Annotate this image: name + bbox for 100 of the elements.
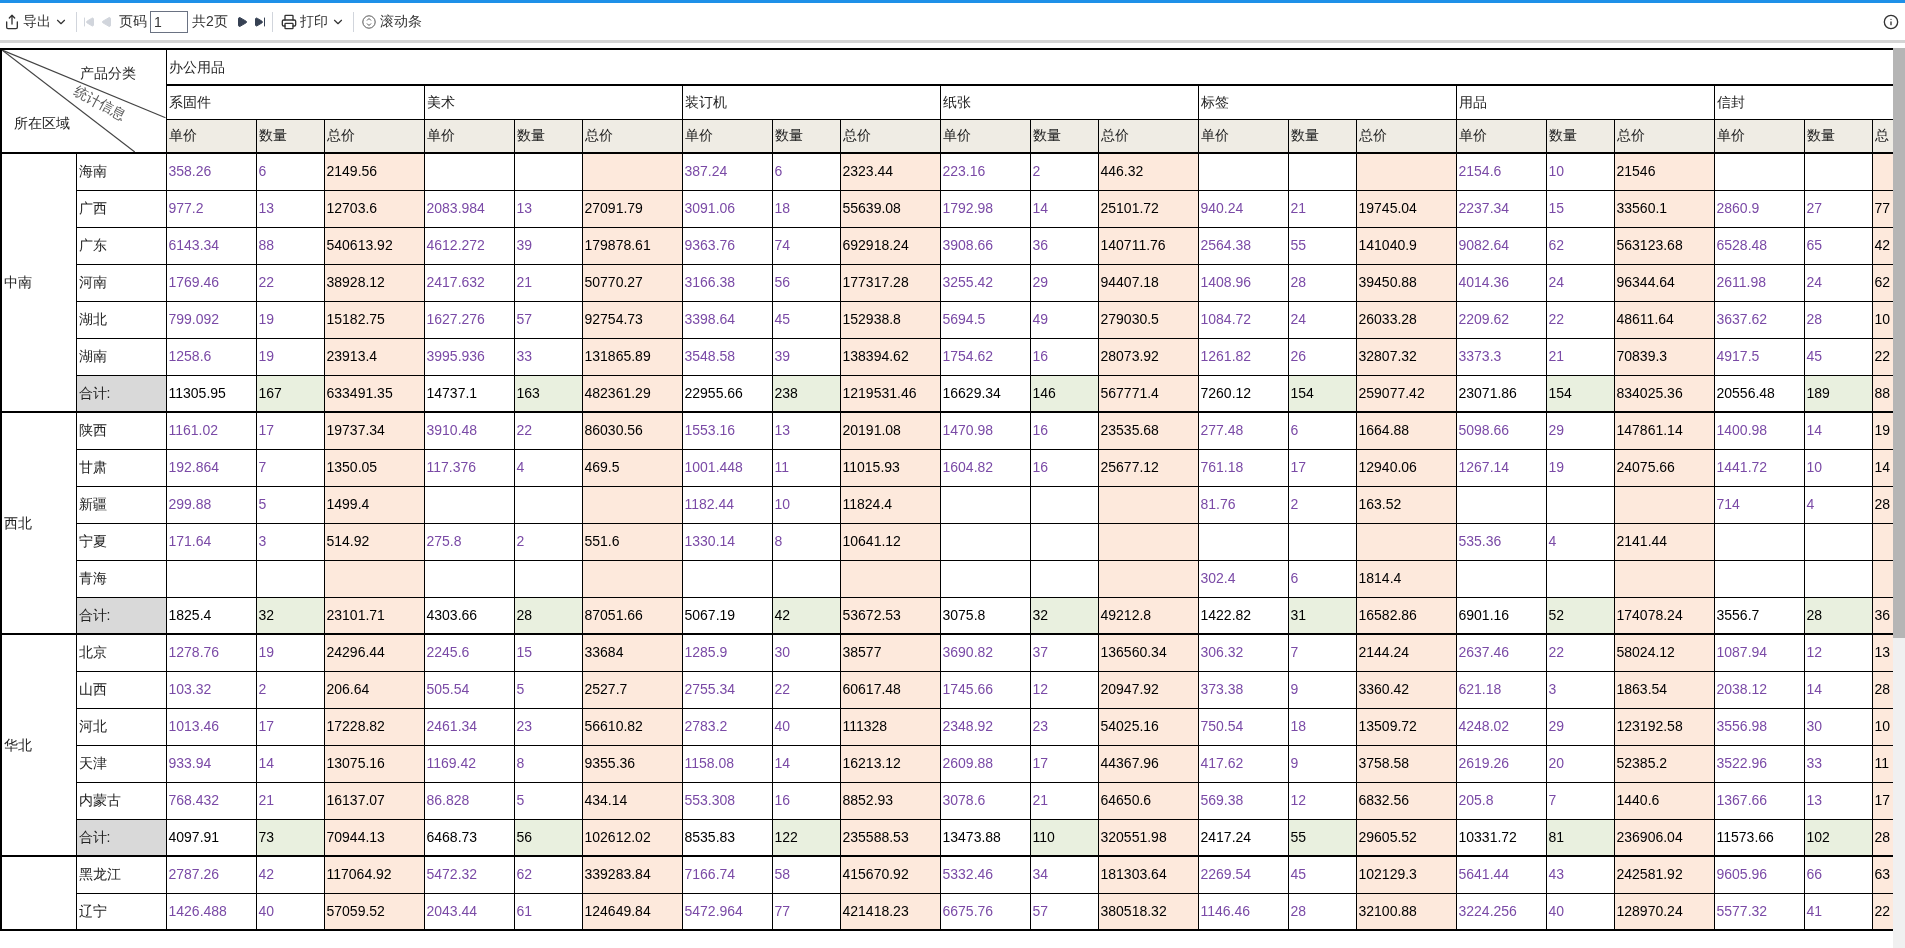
table-cell: 6	[1288, 560, 1356, 597]
table-cell: 45	[772, 301, 840, 338]
table-cell: 141040.9	[1356, 227, 1456, 264]
table-cell: 94407.18	[1098, 264, 1198, 301]
next-page-icon[interactable]	[235, 15, 248, 28]
table-cell: 1863.54	[1614, 671, 1714, 708]
table-cell: 421418.23	[840, 893, 940, 930]
info-icon[interactable]	[1883, 13, 1899, 30]
table-cell: 358.26	[166, 153, 256, 190]
table-cell: 17228.82	[324, 708, 424, 745]
table-cell: 1278.76	[166, 634, 256, 671]
table-cell: 23913.4	[324, 338, 424, 375]
table-cell: 6143.34	[166, 227, 256, 264]
table-cell: 16137.07	[324, 782, 424, 819]
table-cell: 136560.34	[1098, 634, 1198, 671]
table-cell: 16	[1030, 449, 1098, 486]
column-header: 总价	[1614, 119, 1714, 153]
column-header: 单价	[166, 119, 256, 153]
row-header: 陕西	[76, 412, 166, 449]
table-cell: 563123.68	[1614, 227, 1714, 264]
table-cell: 1664.88	[1356, 412, 1456, 449]
table-cell: 62	[1546, 227, 1614, 264]
table-cell: 505.54	[424, 671, 514, 708]
table-cell: 42	[256, 856, 324, 893]
table-cell: 5	[514, 782, 582, 819]
column-header: 数量	[1804, 119, 1872, 153]
table-cell: 1258.6	[166, 338, 256, 375]
print-button[interactable]: 打印	[278, 11, 347, 32]
table-cell: 181303.64	[1098, 856, 1198, 893]
table-cell: 45	[1288, 856, 1356, 893]
column-header: 总价	[324, 119, 424, 153]
table-cell: 22	[1546, 634, 1614, 671]
table-cell: 17	[1288, 449, 1356, 486]
column-header: 数量	[1546, 119, 1614, 153]
table-cell	[514, 560, 582, 597]
vertical-scrollbar[interactable]	[1893, 48, 1905, 948]
scrollbar-thumb[interactable]	[1893, 48, 1905, 638]
table-cell: 299.88	[166, 486, 256, 523]
page-label: 页码	[119, 12, 147, 31]
table-cell: 6528.48	[1714, 227, 1804, 264]
table-cell: 5694.5	[940, 301, 1030, 338]
table-cell: 21	[1288, 190, 1356, 227]
table-cell: 8	[772, 523, 840, 560]
scrollbar-toggle-button[interactable]: 滚动条	[359, 11, 424, 32]
table-cell: 2348.92	[940, 708, 1030, 745]
table-cell: 7166.74	[682, 856, 772, 893]
table-cell: 54025.16	[1098, 708, 1198, 745]
table-cell: 1426.488	[166, 893, 256, 930]
table-cell: 29	[1546, 412, 1614, 449]
table-cell: 11015.93	[840, 449, 940, 486]
table-cell: 2787.26	[166, 856, 256, 893]
table-cell: 13509.72	[1356, 708, 1456, 745]
table-cell: 2637.46	[1456, 634, 1546, 671]
table-cell: 3373.3	[1456, 338, 1546, 375]
table-cell: 540613.92	[324, 227, 424, 264]
table-cell: 4612.272	[424, 227, 514, 264]
row-header: 海南	[76, 153, 166, 190]
table-cell: 39	[772, 338, 840, 375]
column-header: 数量	[1288, 119, 1356, 153]
page-total: 共2页	[192, 12, 228, 31]
row-header: 内蒙古	[76, 782, 166, 819]
table-cell: 415670.92	[840, 856, 940, 893]
table-cell: 50770.27	[582, 264, 682, 301]
table-cell: 1146.46	[1198, 893, 1288, 930]
table-cell: 7	[1288, 634, 1356, 671]
table-cell: 4	[514, 449, 582, 486]
table-cell: 15182.75	[324, 301, 424, 338]
table-cell: 21	[256, 782, 324, 819]
table-cell: 514.92	[324, 523, 424, 560]
page-input[interactable]: 1	[150, 10, 188, 33]
row-header: 北京	[76, 634, 166, 671]
last-page-icon[interactable]	[253, 15, 266, 28]
table-cell: 14	[772, 745, 840, 782]
table-cell: 81.76	[1198, 486, 1288, 523]
table-cell: 1408.96	[1198, 264, 1288, 301]
column-header: 总价	[582, 119, 682, 153]
table-cell: 1158.08	[682, 745, 772, 782]
table-cell: 45	[1804, 338, 1872, 375]
table-cell: 3398.64	[682, 301, 772, 338]
table-cell: 21	[514, 264, 582, 301]
row-header: 广西	[76, 190, 166, 227]
column-header: 数量	[772, 119, 840, 153]
row-header: 湖北	[76, 301, 166, 338]
table-cell: 6	[256, 153, 324, 190]
table-cell: 20	[1546, 745, 1614, 782]
table-cell: 33560.1	[1614, 190, 1714, 227]
table-cell: 138394.62	[840, 338, 940, 375]
column-header: 信封	[1714, 85, 1893, 119]
column-header: 办公用品	[166, 49, 1893, 85]
table-cell: 2144.24	[1356, 634, 1456, 671]
table-cell	[514, 153, 582, 190]
table-cell: 117.376	[424, 449, 514, 486]
export-button[interactable]: 导出	[2, 11, 70, 32]
table-cell: 23535.68	[1098, 412, 1198, 449]
table-cell: 1627.276	[424, 301, 514, 338]
table-cell: 799.092	[166, 301, 256, 338]
table-cell: 21	[1030, 782, 1098, 819]
table-cell	[1030, 486, 1098, 523]
table-cell: 3556.98	[1714, 708, 1804, 745]
table-cell: 19	[256, 301, 324, 338]
